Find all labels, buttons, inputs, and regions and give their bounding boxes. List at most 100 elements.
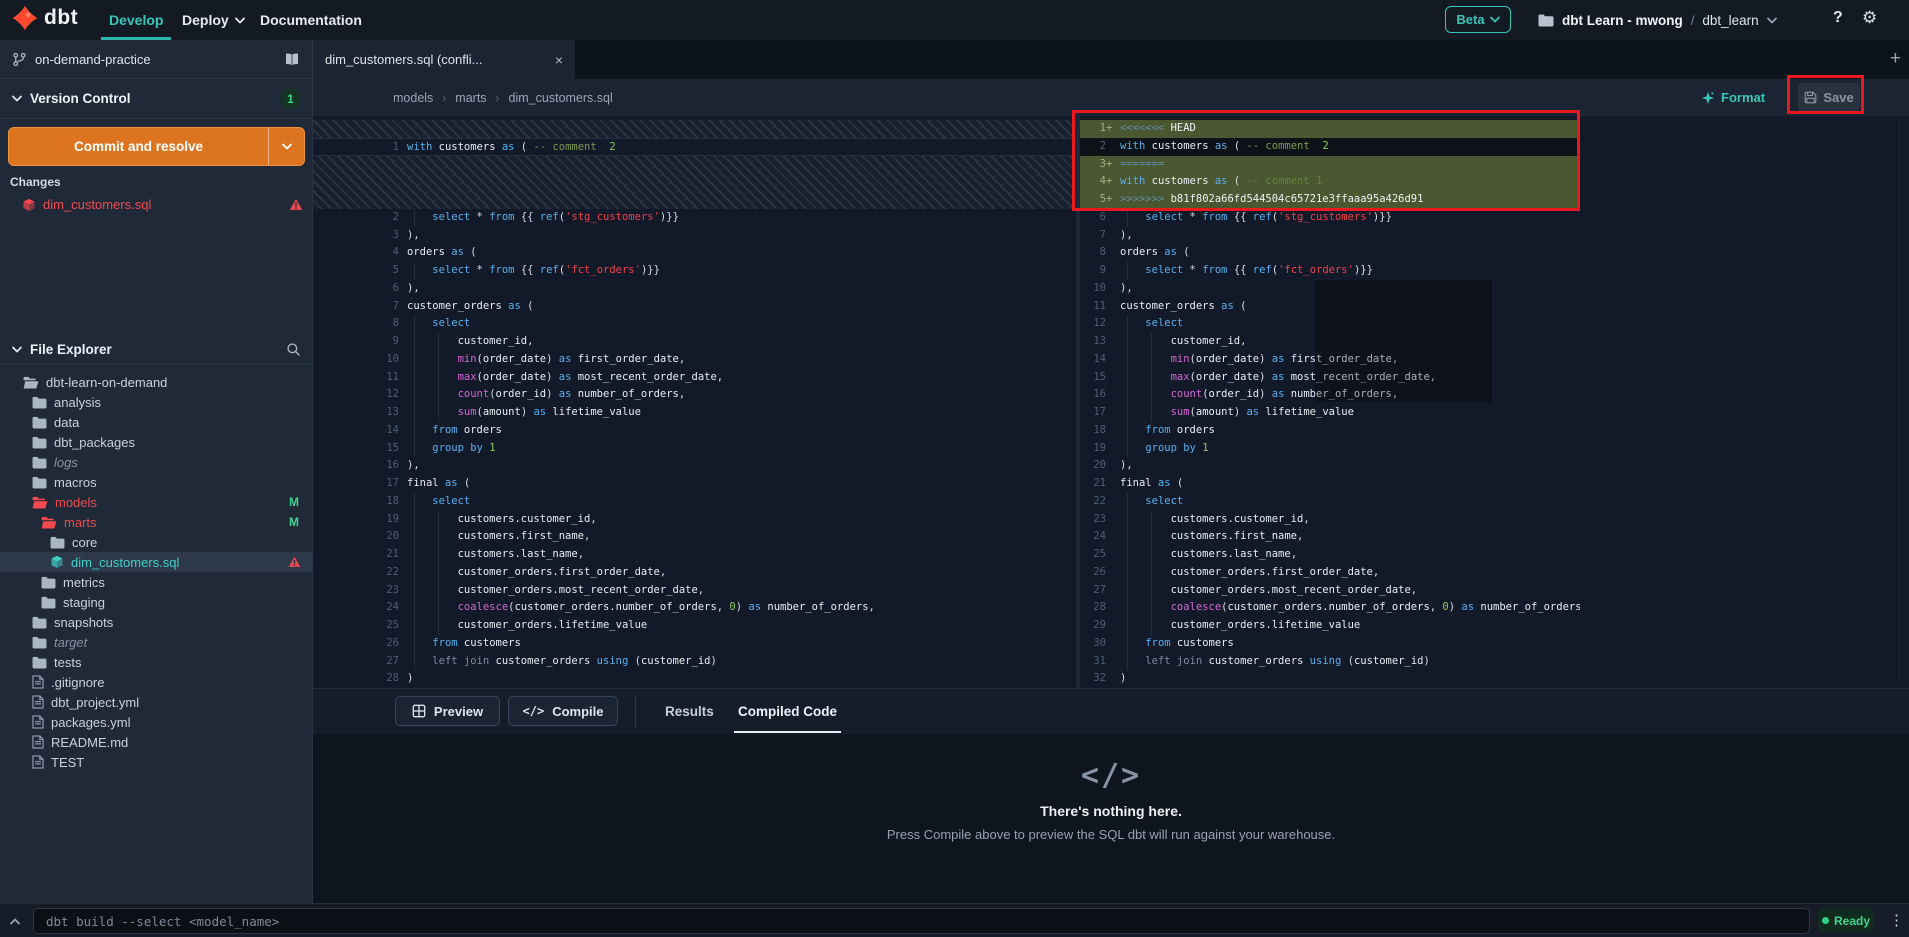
tree-item-readme-md[interactable]: README.md (0, 732, 313, 752)
conflict-line-1[interactable]: 1+<<<<<<< HEAD (1080, 120, 1580, 138)
format-button[interactable]: Format (1701, 85, 1765, 110)
conflict-line-5[interactable]: 5+>>>>>>> b81f802a66fd544504c65721e3ffaa… (1080, 191, 1580, 209)
code-line-25[interactable]: 25 customer_orders.lifetime_value (313, 617, 1076, 635)
code-line-6[interactable]: 6), (313, 280, 1076, 298)
tree-item-macros[interactable]: macros (0, 472, 313, 492)
code-line-27[interactable]: 27 customer_orders.most_recent_order_dat… (1080, 582, 1580, 600)
tab-results[interactable]: Results (665, 689, 714, 734)
breadcrumb-models[interactable]: models (393, 91, 433, 105)
code-line-32[interactable]: 32) (1080, 670, 1580, 688)
nav-documentation[interactable]: Documentation (260, 0, 362, 40)
tree-item-staging[interactable]: staging (0, 592, 313, 612)
search-icon[interactable] (286, 342, 301, 357)
code-line-8[interactable]: 8orders as ( (1080, 244, 1580, 262)
diff-editor[interactable]: 1with customers as ( -- comment 22 selec… (313, 116, 1909, 688)
code-line-7[interactable]: 7), (1080, 227, 1580, 245)
kebab-menu-icon[interactable]: ⋮ (1889, 911, 1904, 929)
tree-item-analysis[interactable]: analysis (0, 392, 313, 412)
code-line-7[interactable]: 7customer_orders as ( (313, 298, 1076, 316)
code-line-24[interactable]: 24 customers.first_name, (1080, 528, 1580, 546)
code-line-4[interactable]: 4orders as ( (313, 244, 1076, 262)
code-line-11[interactable]: 11 max(order_date) as most_recent_order_… (313, 369, 1076, 387)
commit-dropdown-toggle[interactable] (268, 128, 304, 165)
diff-pane-incoming[interactable]: 1+<<<<<<< HEAD2with customers as ( -- co… (1080, 116, 1580, 688)
tree-item-logs[interactable]: logs (0, 452, 313, 472)
code-line-27[interactable]: 27 left join customer_orders using (cust… (313, 653, 1076, 671)
code-line-23[interactable]: 23 customers.customer_id, (1080, 511, 1580, 529)
dbt-logo[interactable]: dbt (12, 5, 78, 31)
code-line-9[interactable]: 9 select * from {{ ref('fct_orders')}} (1080, 262, 1580, 280)
tree-item-target[interactable]: target (0, 632, 313, 652)
tab-dim-customers[interactable]: dim_customers.sql (confli... × (313, 40, 575, 79)
code-line-26[interactable]: 26 customer_orders.first_order_date, (1080, 564, 1580, 582)
code-line-20[interactable]: 20 customers.first_name, (313, 528, 1076, 546)
code-line-13[interactable]: 13 sum(amount) as lifetime_value (313, 404, 1076, 422)
tree-item-dim-customers-sql[interactable]: dim_customers.sql (0, 552, 313, 572)
help-icon[interactable]: ? (1833, 9, 1843, 27)
beta-dropdown[interactable]: Beta (1445, 6, 1511, 33)
code-line-19[interactable]: 19 group by 1 (1080, 440, 1580, 458)
tree-item-dbt-learn-on-demand[interactable]: dbt-learn-on-demand (0, 372, 313, 392)
save-button[interactable]: Save (1798, 83, 1860, 112)
tree-item-snapshots[interactable]: snapshots (0, 612, 313, 632)
tree-item-tests[interactable]: tests (0, 652, 313, 672)
code-line-17[interactable]: 17 sum(amount) as lifetime_value (1080, 404, 1580, 422)
tree-item-models[interactable]: modelsM (0, 492, 313, 512)
new-tab-plus-icon[interactable]: + (1890, 48, 1901, 70)
code-line-16[interactable]: 16), (313, 457, 1076, 475)
code-line-21[interactable]: 21final as ( (1080, 475, 1580, 493)
account-project-switcher[interactable]: dbt Learn - mwong / dbt_learn (1538, 0, 1777, 40)
code-line-19[interactable]: 19 customers.customer_id, (313, 511, 1076, 529)
code-line-17[interactable]: 17final as ( (313, 475, 1076, 493)
code-line-15[interactable]: 15 group by 1 (313, 440, 1076, 458)
nav-deploy[interactable]: Deploy (182, 0, 245, 40)
tree-item-metrics[interactable]: metrics (0, 572, 313, 592)
code-line-23[interactable]: 23 customer_orders.most_recent_order_dat… (313, 582, 1076, 600)
code-line-22[interactable]: 22 customer_orders.first_order_date, (313, 564, 1076, 582)
code-line-8[interactable]: 8 select (313, 315, 1076, 333)
compile-button[interactable]: </> Compile (508, 696, 618, 726)
conflict-line-3[interactable]: 3+======= (1080, 156, 1580, 174)
tree-item-marts[interactable]: martsM (0, 512, 313, 532)
code-line-25[interactable]: 25 customers.last_name, (1080, 546, 1580, 564)
tree-item-packages-yml[interactable]: packages.yml (0, 712, 313, 732)
tree-item-dbt-packages[interactable]: dbt_packages (0, 432, 313, 452)
commit-and-resolve-button[interactable]: Commit and resolve (8, 127, 305, 166)
gear-icon[interactable]: ⚙ (1862, 8, 1877, 28)
chevron-up-icon[interactable] (10, 912, 20, 930)
diff-spacer[interactable] (313, 156, 1076, 209)
tree-item-test[interactable]: TEST (0, 752, 313, 772)
code-line-9[interactable]: 9 customer_id, (313, 333, 1076, 351)
git-branch-selector[interactable]: on-demand-practice (0, 40, 313, 79)
code-line-28[interactable]: 28 coalesce(customer_orders.number_of_or… (1080, 599, 1580, 617)
docs-book-icon[interactable] (283, 52, 301, 67)
code-line-6[interactable]: 6 select * from {{ ref('stg_customers')}… (1080, 209, 1580, 227)
breadcrumb-file[interactable]: dim_customers.sql (509, 91, 613, 105)
scrollbar-track[interactable] (1899, 120, 1900, 680)
diff-pane-current[interactable]: 1with customers as ( -- comment 22 selec… (313, 116, 1076, 688)
code-line-3[interactable]: 3), (313, 227, 1076, 245)
code-line-24[interactable]: 24 coalesce(customer_orders.number_of_or… (313, 599, 1076, 617)
preview-button[interactable]: Preview (395, 696, 500, 726)
changed-file-row[interactable]: dim_customers.sql (0, 194, 313, 215)
code-line-5[interactable]: 5 select * from {{ ref('fct_orders')}} (313, 262, 1076, 280)
tree-item-core[interactable]: core (0, 532, 313, 552)
code-line-30[interactable]: 30 from customers (1080, 635, 1580, 653)
code-line-14[interactable]: 14 from orders (313, 422, 1076, 440)
nav-develop[interactable]: Develop (109, 0, 163, 40)
close-icon[interactable]: × (555, 52, 563, 68)
tab-compiled-code[interactable]: Compiled Code (738, 689, 837, 734)
tree-item-data[interactable]: data (0, 412, 313, 432)
code-line-31[interactable]: 31 left join customer_orders using (cust… (1080, 653, 1580, 671)
code-line-18[interactable]: 18 select (313, 493, 1076, 511)
code-line-18[interactable]: 18 from orders (1080, 422, 1580, 440)
code-line-26[interactable]: 26 from customers (313, 635, 1076, 653)
breadcrumb-marts[interactable]: marts (455, 91, 486, 105)
code-line-29[interactable]: 29 customer_orders.lifetime_value (1080, 617, 1580, 635)
code-line-21[interactable]: 21 customers.last_name, (313, 546, 1076, 564)
code-line-1[interactable]: 1with customers as ( -- comment 2 (313, 138, 1076, 156)
tree-item--gitignore[interactable]: .gitignore (0, 672, 313, 692)
file-explorer-section-header[interactable]: File Explorer (0, 335, 313, 365)
conflict-line-2[interactable]: 2with customers as ( -- comment 2 (1080, 138, 1580, 156)
conflict-line-4[interactable]: 4+with customers as ( -- comment 1 (1080, 173, 1580, 191)
